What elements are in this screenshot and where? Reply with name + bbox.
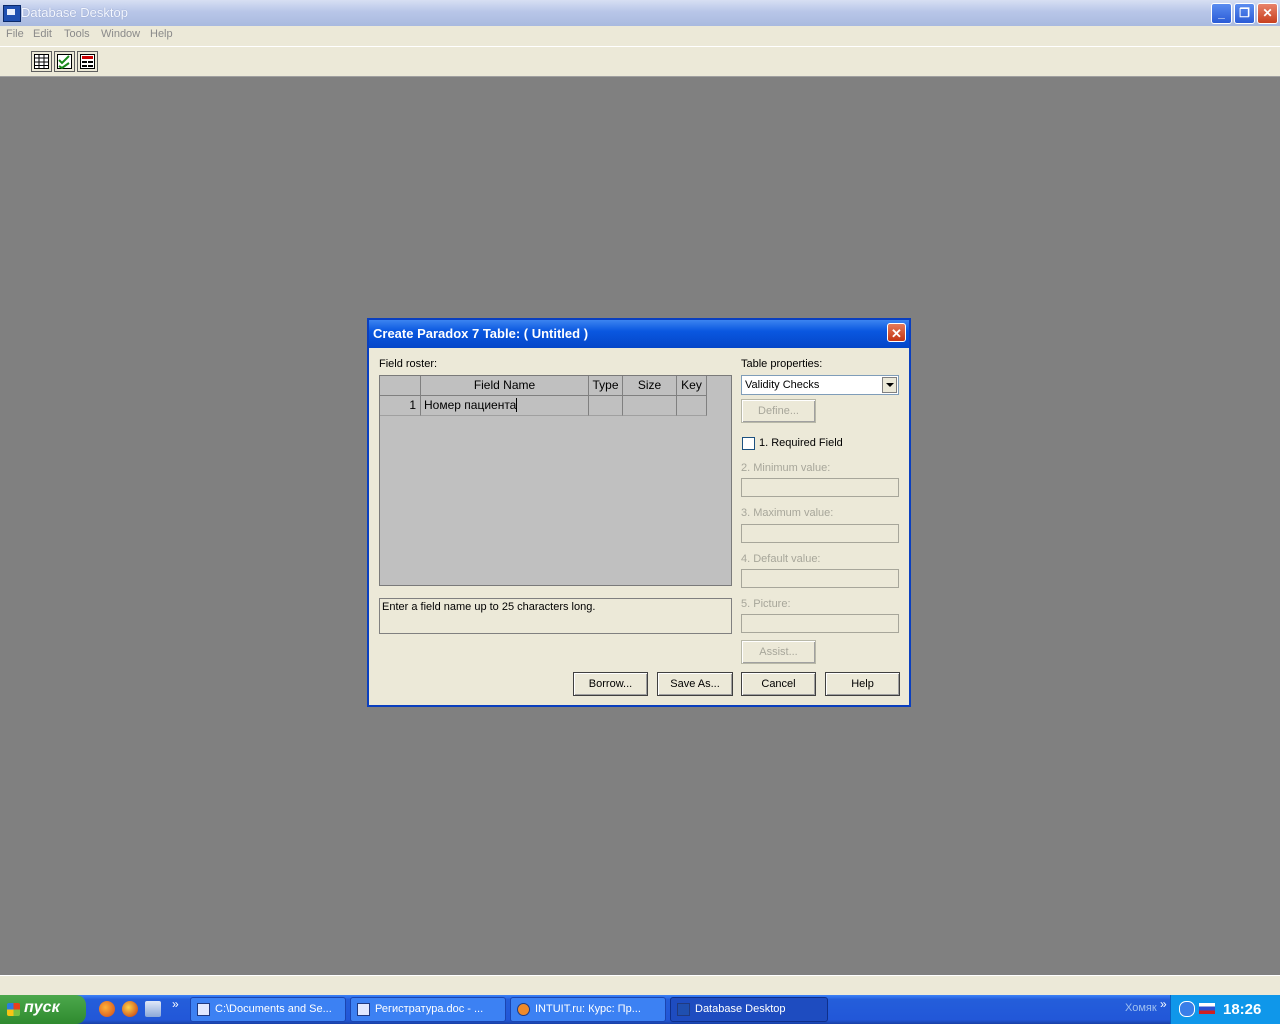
row-number-header: [380, 376, 421, 396]
start-label: пуск: [24, 999, 60, 1016]
menu-tools[interactable]: Tools: [64, 28, 90, 40]
dialog-title: Create Paradox 7 Table: ( Untitled ): [373, 326, 589, 341]
show-hidden-icons-icon[interactable]: [1179, 1001, 1195, 1017]
open-table-button[interactable]: [31, 51, 52, 72]
task-database-desktop-label: Database Desktop: [695, 1003, 786, 1015]
assist-button[interactable]: Assist...: [741, 640, 816, 664]
quicklaunch-app-icon[interactable]: [145, 1001, 161, 1017]
maximum-value-field[interactable]: [741, 524, 899, 543]
status-bar: [0, 975, 1280, 996]
help-button[interactable]: Help: [825, 672, 900, 696]
task-database-desktop[interactable]: Database Desktop: [670, 997, 828, 1022]
hint-box: Enter a field name up to 25 characters l…: [379, 598, 732, 634]
size-header[interactable]: Size: [623, 376, 677, 396]
task-word[interactable]: Регистратура.doc - ...: [350, 997, 506, 1022]
table-properties-select[interactable]: Validity Checks: [741, 375, 899, 395]
field-roster-grid[interactable]: Field Name Type Size Key 1 Номер пациент…: [379, 375, 732, 586]
task-browser-label: INTUIT.ru: Курс: Пр...: [535, 1003, 641, 1015]
table-icon: [34, 54, 49, 69]
database-desktop-icon: [677, 1003, 690, 1016]
quicklaunch-chevron[interactable]: »: [172, 997, 179, 1011]
borrow-button[interactable]: Borrow...: [573, 672, 648, 696]
menu-window[interactable]: Window: [101, 28, 140, 40]
menu-help[interactable]: Help: [150, 28, 173, 40]
maximum-value-label: 3. Maximum value:: [741, 507, 834, 519]
task-word-label: Регистратура.doc - ...: [375, 1003, 484, 1015]
field-roster-label: Field roster:: [379, 358, 438, 370]
chevron-down-icon[interactable]: [882, 377, 897, 393]
create-table-dialog: Create Paradox 7 Table: ( Untitled ) ✕ F…: [367, 318, 911, 707]
opera-icon[interactable]: [122, 1001, 138, 1017]
restore-button[interactable]: ❐: [1234, 3, 1255, 24]
start-button[interactable]: пуск: [0, 995, 86, 1024]
key-cell[interactable]: [677, 396, 707, 416]
text-cursor: ​: [516, 398, 518, 412]
field-name-text: Номер пациента: [424, 398, 517, 412]
type-header[interactable]: Type: [589, 376, 623, 396]
minimum-value-label: 2. Minimum value:: [741, 462, 831, 474]
key-header[interactable]: Key: [677, 376, 707, 396]
minimum-value-field[interactable]: [741, 478, 899, 497]
size-cell[interactable]: [623, 396, 677, 416]
tray-chevron[interactable]: »: [1160, 997, 1167, 1011]
define-button[interactable]: Define...: [741, 399, 816, 423]
task-explorer[interactable]: C:\Documents and Se...: [190, 997, 346, 1022]
menu-bar: File Edit Tools Window Help: [0, 26, 1280, 47]
firefox-icon[interactable]: [99, 1001, 115, 1017]
field-name-header[interactable]: Field Name: [421, 376, 589, 396]
toolbar-label[interactable]: Хомяк: [1125, 1002, 1157, 1014]
task-browser[interactable]: INTUIT.ru: Курс: Пр...: [510, 997, 666, 1022]
dialog-titlebar[interactable]: Create Paradox 7 Table: ( Untitled ) ✕: [369, 320, 909, 348]
minimize-button[interactable]: _: [1211, 3, 1232, 24]
menu-edit[interactable]: Edit: [33, 28, 52, 40]
system-tray: 18:26: [1170, 995, 1280, 1024]
dialog-close-button[interactable]: ✕: [887, 323, 906, 342]
windows-logo-icon: [7, 1003, 20, 1016]
toolbar: [0, 47, 1280, 77]
taskbar: пуск » C:\Documents and Se... Регистрату…: [0, 995, 1280, 1024]
table-properties-label: Table properties:: [741, 358, 823, 370]
picture-label: 5. Picture:: [741, 598, 791, 610]
table-properties-value: Validity Checks: [745, 379, 820, 391]
cancel-button[interactable]: Cancel: [741, 672, 816, 696]
row-number: 1: [380, 396, 421, 416]
form-icon: [80, 54, 95, 69]
database-desktop-app-icon[interactable]: [3, 5, 21, 22]
checklist-icon: [57, 54, 72, 69]
picture-field[interactable]: [741, 614, 899, 633]
type-cell[interactable]: [589, 396, 623, 416]
default-value-label: 4. Default value:: [741, 553, 821, 565]
window-title: Database Desktop: [21, 5, 128, 20]
firefox-icon: [517, 1003, 530, 1016]
word-document-icon: [357, 1003, 370, 1016]
save-as-button[interactable]: Save As...: [657, 672, 733, 696]
clock[interactable]: 18:26: [1223, 1001, 1261, 1018]
default-value-field[interactable]: [741, 569, 899, 588]
close-window-button[interactable]: ✕: [1257, 3, 1278, 24]
open-form-button[interactable]: [77, 51, 98, 72]
required-field-checkbox[interactable]: [742, 437, 755, 450]
required-field-label: 1. Required Field: [759, 437, 843, 449]
folder-icon: [197, 1003, 210, 1016]
window-titlebar[interactable]: Database Desktop _ ❐ ✕: [0, 0, 1280, 27]
open-query-button[interactable]: [54, 51, 75, 72]
hint-text: Enter a field name up to 25 characters l…: [382, 601, 596, 613]
menu-file[interactable]: File: [6, 28, 24, 40]
language-flag-icon[interactable]: [1199, 1003, 1215, 1014]
field-name-cell[interactable]: Номер пациента​: [421, 396, 589, 416]
task-explorer-label: C:\Documents and Se...: [215, 1003, 332, 1015]
